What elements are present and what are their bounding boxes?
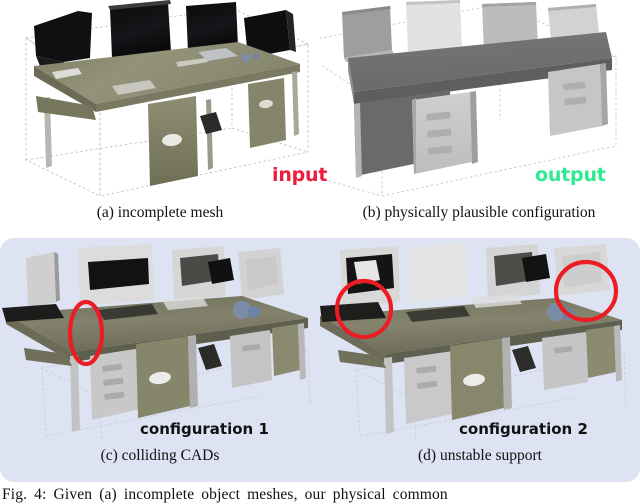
output-label: output: [535, 164, 606, 186]
figure-4: (a) incomplete mesh (b) physically plaus…: [0, 0, 640, 503]
colliding-cads-render: [2, 244, 311, 440]
input-label: input: [272, 164, 328, 186]
panel-a-caption: (a) incomplete mesh: [96, 204, 224, 221]
unstable-support-render: [320, 242, 627, 440]
configuration-1-label: configuration 1: [140, 420, 269, 438]
figure-caption: Fig. 4: Given (a) incomplete object mesh…: [2, 486, 448, 503]
figure-top-row: (a) incomplete mesh (b) physically plaus…: [0, 0, 640, 232]
panel-d-unstable-support: [320, 240, 638, 440]
panel-c-colliding-cads: [2, 240, 320, 440]
configuration-2-label: configuration 2: [459, 420, 588, 438]
panel-c-caption: (c) colliding CADs: [100, 447, 220, 464]
panel-d-caption: (d) unstable support: [418, 447, 542, 464]
panel-b-caption: (b) physically plausible configuration: [362, 204, 596, 221]
